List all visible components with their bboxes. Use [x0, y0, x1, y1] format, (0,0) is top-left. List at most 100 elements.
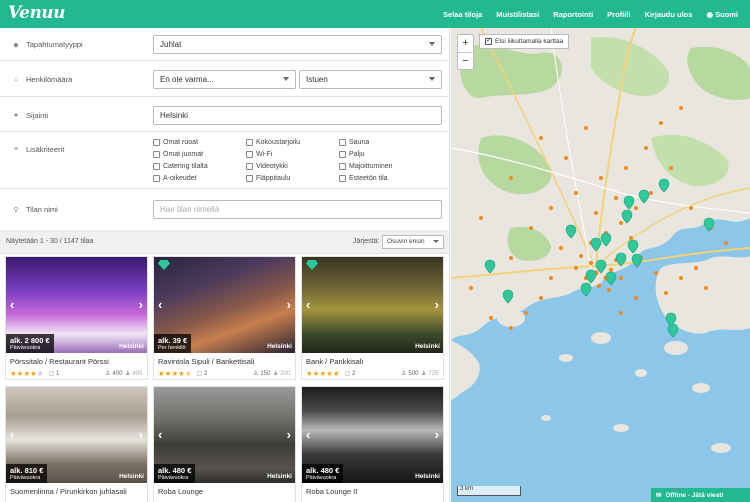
venue-title[interactable]: Pörssitalo / Restaurant Pörssi [10, 357, 109, 366]
headcount-select[interactable]: En ole varma... [153, 70, 296, 89]
zoom-out-button[interactable]: − [458, 52, 473, 69]
checkbox-accommodation[interactable]: Majoittuminen [339, 161, 439, 171]
map-canvas[interactable] [451, 28, 750, 502]
venue-photo[interactable]: ‹ › Helsinki [302, 257, 443, 353]
person-icon: ♙ [105, 371, 111, 377]
venue-card[interactable]: ‹ › Helsinki Bank / Pankkisali ★★★★★ ▢ 2… [301, 256, 444, 380]
seated-capacity: 500 [408, 370, 419, 377]
venuu-logo[interactable]: Venuu [8, 3, 66, 23]
chevron-left-icon[interactable]: ‹ [306, 427, 310, 442]
standing-capacity: 200 [280, 370, 291, 377]
chevron-right-icon[interactable]: › [287, 297, 291, 312]
top-navigation-bar: Venuu Selaa tiloja Muistilistasi Raporto… [0, 0, 750, 28]
envelope-icon: ✉ [656, 492, 662, 499]
venue-card[interactable]: ‹ › alk. 39 € Per henkilö Helsinki Ravint… [153, 256, 296, 380]
venue-photo[interactable]: ‹ › alk. 39 € Per henkilö Helsinki [154, 257, 295, 353]
extras-label: Lisäkriteerit [26, 145, 65, 154]
venue-title[interactable]: Bank / Pankkisali [306, 357, 363, 366]
price-tag: alk. 39 € Per henkilö [154, 334, 192, 353]
chevron-left-icon[interactable]: ‹ [10, 297, 14, 312]
chevron-right-icon[interactable]: › [435, 297, 439, 312]
venue-name-input[interactable]: Hae tilan nimellä [153, 200, 442, 219]
chevron-right-icon[interactable]: › [287, 427, 291, 442]
standing-icon: ♟ [273, 371, 279, 377]
chevron-left-icon[interactable]: ‹ [158, 427, 162, 442]
chevron-left-icon[interactable]: ‹ [10, 427, 14, 442]
venue-city: Helsinki [415, 343, 440, 350]
event-type-select[interactable]: Juhlat [153, 35, 442, 54]
filter-extras: ≡ Lisäkriteerit Omat ruoat Kokoustarjoilu… [0, 132, 449, 189]
chevron-down-icon [283, 77, 289, 81]
venue-photo[interactable]: ‹ › alk. 480 € Päivävuokra Helsinki [302, 387, 443, 483]
chevron-down-icon [429, 77, 435, 81]
map-scale: 3 km [457, 486, 521, 496]
location-label: Sijainti [26, 111, 49, 120]
main-nav: Selaa tiloja Muistilistasi Raportointi P… [443, 0, 738, 28]
filter-event-type: ◆ Tapahtumatyyppi Juhlat [0, 28, 449, 61]
star-rating: ★★★★★ [306, 369, 340, 378]
nav-logout[interactable]: Kirjaudu ulos [645, 10, 693, 19]
price-tag: alk. 810 € Päivävuokra [6, 464, 48, 483]
nav-profile[interactable]: Profiili [607, 10, 630, 19]
chevron-right-icon[interactable]: › [435, 427, 439, 442]
checkbox-sauna[interactable]: Sauna [339, 137, 439, 147]
zoom-in-button[interactable]: + [458, 35, 473, 52]
venue-card[interactable]: ‹ › alk. 2 800 € Päivävuokra Helsinki Pör… [5, 256, 148, 380]
search-icon: ⚲ [13, 206, 19, 214]
checkbox-accessible[interactable]: Esteetön tila [339, 173, 439, 183]
person-icon: ♙ [253, 371, 259, 377]
venue-title[interactable]: Ravintola Sipuli / Bankettisali [158, 357, 254, 366]
sort-select[interactable]: Osuvin ensin [382, 235, 444, 249]
venue-card[interactable]: ‹ › alk. 480 € Päivävuokra Helsinki Roba … [153, 386, 296, 502]
nav-language[interactable]: ◉ Suomi [706, 10, 738, 19]
checkbox-catering[interactable]: Catering tilalta [153, 161, 246, 171]
checkbox-projector[interactable]: Videotykki [246, 161, 339, 171]
nav-reporting[interactable]: Raportointi [553, 10, 593, 19]
venue-photo[interactable]: ‹ › alk. 2 800 € Päivävuokra Helsinki [6, 257, 147, 353]
zoom-control: + − [457, 34, 474, 70]
chevron-left-icon[interactable]: ‹ [158, 297, 162, 312]
venue-title[interactable]: Suomenlinna / Pirunkirkon juhlasali [10, 487, 127, 496]
chevron-right-icon[interactable]: › [139, 297, 143, 312]
location-input[interactable]: Helsinki [153, 106, 442, 125]
checkbox-checked-icon[interactable] [485, 36, 492, 45]
filter-headcount: ⌂ Henkilömäärä En ole varma... Istuen [0, 61, 449, 97]
venue-city: Helsinki [119, 343, 144, 350]
review-count: 2 [203, 370, 208, 377]
standing-capacity: 400 [132, 370, 143, 377]
venue-photo[interactable]: ‹ › alk. 810 € Päivävuokra Helsinki [6, 387, 147, 483]
map-panel[interactable]: + − Etsi liikuttamalla karttaa 3 km ✉Off… [451, 28, 750, 502]
search-on-move-toggle[interactable]: Etsi liikuttamalla karttaa [479, 34, 570, 49]
diamond-badge-icon [306, 260, 318, 270]
venue-city: Helsinki [119, 473, 144, 480]
chevron-right-icon[interactable]: › [139, 427, 143, 442]
venue-title[interactable]: Roba Lounge II [306, 487, 357, 496]
checkbox-meeting-catering[interactable]: Kokoustarjoilu [246, 137, 339, 147]
checkbox-own-drinks[interactable]: Omat juomat [153, 149, 246, 159]
seated-capacity: 150 [260, 370, 271, 377]
venue-photo[interactable]: ‹ › alk. 480 € Päivävuokra Helsinki [154, 387, 295, 483]
seating-select[interactable]: Istuen [299, 70, 442, 89]
seated-capacity: 400 [112, 370, 123, 377]
checkbox-flipchart[interactable]: Fläppitaulu [246, 173, 339, 183]
review-count: 2 [351, 370, 356, 377]
sort-label: Järjestä: [353, 238, 380, 245]
diamond-badge-icon [158, 260, 170, 270]
checkbox-own-food[interactable]: Omat ruoat [153, 137, 246, 147]
nav-browse-venues[interactable]: Selaa tiloja [443, 10, 482, 19]
venue-title[interactable]: Roba Lounge [158, 487, 203, 496]
price-tag: alk. 2 800 € Päivävuokra [6, 334, 54, 353]
venue-meta: ★★★★★ ▢ 1 ♙ 400 ♟ 400 [10, 369, 144, 378]
chevron-left-icon[interactable]: ‹ [306, 297, 310, 312]
chat-widget-button[interactable]: ✉ Offline - Jätä viesti [651, 488, 750, 502]
checkbox-a-license[interactable]: A-oikeudet [153, 173, 246, 183]
checkbox-hot-tub[interactable]: Palju [339, 149, 439, 159]
checkbox-wifi[interactable]: Wi-Fi [246, 149, 339, 159]
nav-wishlist[interactable]: Muistilistasi [496, 10, 539, 19]
venue-card[interactable]: ‹ › alk. 810 € Päivävuokra Helsinki Suome… [5, 386, 148, 502]
person-icon: ♙ [401, 371, 407, 377]
search-panel: ◆ Tapahtumatyyppi Juhlat ⌂ Henkilömäärä En… [0, 28, 450, 502]
standing-capacity: 725 [428, 370, 439, 377]
venue-city: Helsinki [267, 473, 292, 480]
venue-card[interactable]: ‹ › alk. 480 € Päivävuokra Helsinki Roba … [301, 386, 444, 502]
